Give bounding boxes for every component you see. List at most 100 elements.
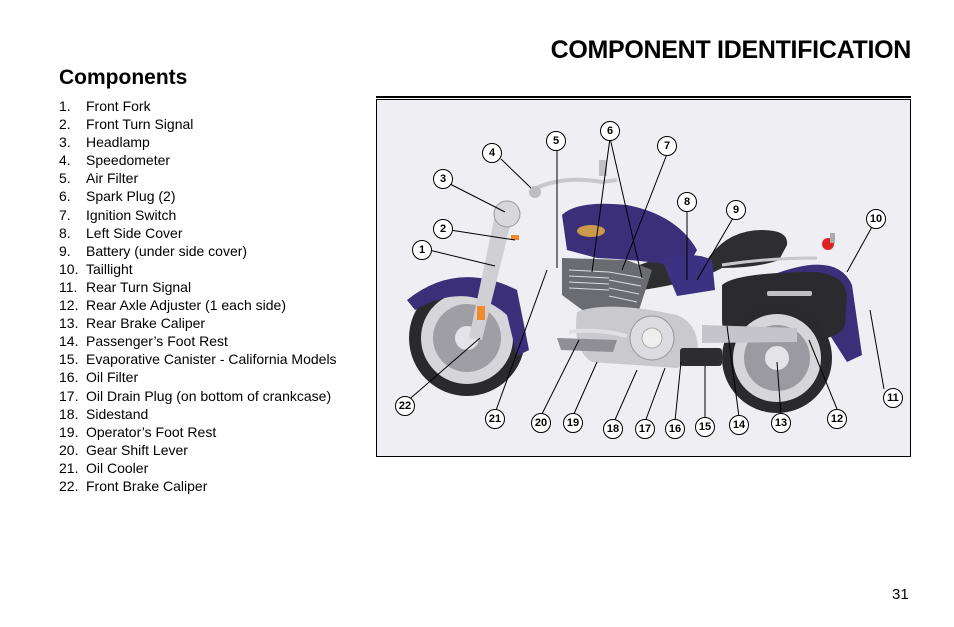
page-title: COMPONENT IDENTIFICATION bbox=[550, 36, 912, 64]
item-number: 16. bbox=[59, 369, 79, 386]
callout-10: 10 bbox=[866, 209, 886, 229]
page-number: 31 bbox=[892, 586, 909, 603]
section-title: Components bbox=[59, 66, 188, 89]
item-label: Speedometer bbox=[86, 152, 171, 169]
item-number: 17. bbox=[59, 387, 79, 404]
tank-emblem bbox=[577, 225, 605, 237]
list-item: 21. Oil Cooler bbox=[59, 459, 337, 477]
item-label: Front Turn Signal bbox=[86, 116, 194, 133]
list-item: 8. Left Side Cover bbox=[59, 224, 337, 242]
motorcycle-figure: 1 2 3 4 5 6 7 8 9 10 11 12 13 14 15 16 1… bbox=[376, 99, 911, 457]
item-label: Taillight bbox=[86, 260, 133, 277]
turn-signal-lower bbox=[477, 306, 485, 320]
callout-6: 6 bbox=[600, 121, 620, 141]
item-number: 3. bbox=[59, 134, 71, 151]
item-number: 4. bbox=[59, 152, 71, 169]
callout-20: 20 bbox=[531, 413, 551, 433]
list-item: 4. Speedometer bbox=[59, 151, 337, 169]
list-item: 1. Front Fork bbox=[59, 97, 337, 115]
list-item: 6. Spark Plug (2) bbox=[59, 187, 337, 205]
callout-13: 13 bbox=[771, 413, 791, 433]
item-label: Rear Turn Signal bbox=[86, 278, 192, 295]
item-label: Front Fork bbox=[86, 98, 151, 114]
item-number: 6. bbox=[59, 188, 71, 205]
list-item: 12. Rear Axle Adjuster (1 each side) bbox=[59, 296, 337, 314]
callout-2: 2 bbox=[433, 219, 453, 239]
callout-8: 8 bbox=[677, 192, 697, 212]
item-label: Left Side Cover bbox=[86, 224, 183, 241]
callout-9: 9 bbox=[726, 200, 746, 220]
list-item: 2. Front Turn Signal bbox=[59, 115, 337, 133]
item-label: Rear Brake Caliper bbox=[86, 315, 206, 332]
swingarm bbox=[702, 325, 797, 343]
item-label: Rear Axle Adjuster (1 each side) bbox=[86, 297, 286, 314]
item-label: Air Filter bbox=[86, 170, 139, 187]
callout-19: 19 bbox=[563, 413, 583, 433]
item-label: Ignition Switch bbox=[86, 206, 177, 223]
item-number: 2. bbox=[59, 116, 71, 133]
item-number: 8. bbox=[59, 224, 71, 241]
list-item: 5. Air Filter bbox=[59, 169, 337, 187]
list-item: 19. Operator’s Foot Rest bbox=[59, 423, 337, 441]
item-number: 12. bbox=[59, 297, 79, 314]
item-label: Gear Shift Lever bbox=[86, 441, 188, 458]
callout-17: 17 bbox=[635, 419, 655, 439]
item-number: 15. bbox=[59, 351, 79, 368]
list-item: 18. Sidestand bbox=[59, 405, 337, 423]
callout-21: 21 bbox=[485, 409, 505, 429]
callout-5: 5 bbox=[546, 131, 566, 151]
floorboard bbox=[557, 338, 617, 352]
item-number: 9. bbox=[59, 242, 71, 259]
list-item: 9. Battery (under side cover) bbox=[59, 242, 337, 260]
list-item: 7. Ignition Switch bbox=[59, 206, 337, 224]
item-number: 22. bbox=[59, 477, 79, 494]
item-label: Front Brake Caliper bbox=[86, 477, 208, 494]
item-number: 10. bbox=[59, 260, 79, 277]
callout-4: 4 bbox=[482, 143, 502, 163]
list-item: 11. Rear Turn Signal bbox=[59, 278, 337, 296]
list-item: 3. Headlamp bbox=[59, 133, 337, 151]
callout-15: 15 bbox=[695, 417, 715, 437]
list-item: 10. Taillight bbox=[59, 260, 337, 278]
item-number: 5. bbox=[59, 170, 71, 187]
item-number: 1. bbox=[59, 98, 71, 114]
item-label: Oil Filter bbox=[86, 369, 139, 386]
item-label: Evaporative Canister - California Models bbox=[86, 351, 337, 368]
callout-7: 7 bbox=[657, 136, 677, 156]
motorcycle-illustration bbox=[404, 137, 885, 423]
saddlebag-trim bbox=[767, 291, 812, 296]
component-list: 1. Front Fork 2. Front Turn Signal 3. Headl… bbox=[59, 97, 337, 495]
item-label: Battery (under side cover) bbox=[86, 242, 248, 259]
evap-canister bbox=[680, 348, 722, 366]
item-number: 11. bbox=[59, 278, 78, 295]
item-label: Oil Drain Plug (on bottom of crankcase) bbox=[86, 387, 332, 404]
item-number: 13. bbox=[59, 315, 79, 332]
item-number: 19. bbox=[59, 423, 79, 440]
callout-22: 22 bbox=[395, 396, 415, 416]
list-item: 17. Oil Drain Plug (on bottom of crankcas… bbox=[59, 387, 337, 405]
list-item: 15. Evaporative Canister - California Mod… bbox=[59, 350, 337, 368]
item-number: 7. bbox=[59, 206, 71, 223]
callout-18: 18 bbox=[603, 419, 623, 439]
list-item: 20. Gear Shift Lever bbox=[59, 441, 337, 459]
item-label: Operator’s Foot Rest bbox=[86, 423, 217, 440]
list-item: 14. Passenger’s Foot Rest bbox=[59, 332, 337, 350]
callout-16: 16 bbox=[665, 419, 685, 439]
headlamp bbox=[493, 200, 521, 228]
item-label: Passenger’s Foot Rest bbox=[86, 333, 228, 350]
item-number: 20. bbox=[59, 441, 79, 458]
item-number: 14. bbox=[59, 333, 79, 350]
item-label: Sidestand bbox=[86, 405, 149, 422]
callout-14: 14 bbox=[729, 415, 749, 435]
list-item: 22. Front Brake Caliper bbox=[59, 477, 337, 495]
callout-11: 11 bbox=[883, 388, 903, 408]
item-label: Spark Plug (2) bbox=[86, 188, 176, 205]
callout-3: 3 bbox=[433, 169, 453, 189]
title-rule bbox=[376, 96, 911, 98]
callout-1: 1 bbox=[412, 240, 432, 260]
item-number: 18. bbox=[59, 405, 79, 422]
callout-12: 12 bbox=[827, 409, 847, 429]
item-label: Oil Cooler bbox=[86, 459, 149, 476]
engine-cylinders bbox=[562, 258, 652, 312]
list-item: 16. Oil Filter bbox=[59, 368, 337, 386]
